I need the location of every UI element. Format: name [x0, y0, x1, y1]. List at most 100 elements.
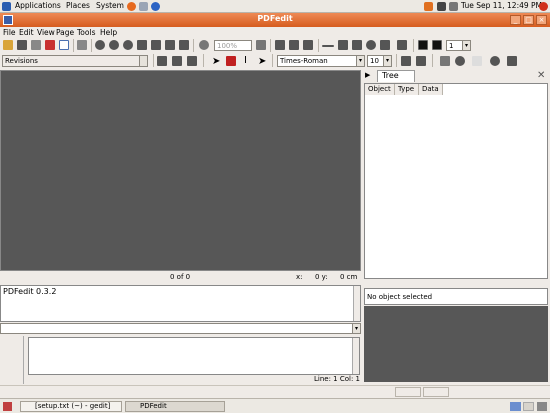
show-desktop-icon[interactable]: [3, 402, 12, 411]
workspace-2-icon[interactable]: [523, 402, 534, 411]
console-output[interactable]: PDFedit 0.3.2: [0, 285, 361, 322]
last-page-icon[interactable]: [137, 40, 147, 50]
delete-revision-icon[interactable]: [157, 56, 167, 66]
mail-icon[interactable]: [139, 2, 148, 11]
stroke-color-icon[interactable]: [418, 40, 428, 50]
script-editor[interactable]: [28, 337, 360, 375]
console-scrollbar[interactable]: [353, 286, 360, 321]
gnome-foot-icon[interactable]: [2, 2, 11, 11]
select-objects-icon[interactable]: [226, 56, 236, 66]
menu-file[interactable]: File: [3, 28, 16, 37]
menu-view[interactable]: View: [37, 28, 55, 37]
properties-panel[interactable]: [364, 306, 548, 382]
shutdown-icon[interactable]: [539, 2, 548, 11]
font-select[interactable]: Times-Roman ▾: [277, 55, 365, 67]
page-properties-icon[interactable]: [179, 40, 189, 50]
rewind-icon[interactable]: [440, 56, 450, 66]
firefox-icon[interactable]: [127, 2, 136, 11]
pointer-tool-icon[interactable]: ➤: [212, 56, 220, 67]
page-up-icon[interactable]: [303, 40, 313, 50]
pause-icon[interactable]: [472, 56, 482, 66]
help-icon[interactable]: [151, 2, 160, 11]
open-icon[interactable]: [3, 40, 13, 50]
text-cursor-icon[interactable]: I: [244, 55, 247, 66]
new-window-icon[interactable]: [59, 40, 69, 50]
menu-help[interactable]: Help: [100, 28, 117, 37]
menu-tools[interactable]: Tools: [77, 28, 95, 37]
volume-icon[interactable]: [449, 2, 458, 11]
arrow-tool-icon[interactable]: [338, 40, 348, 50]
bottom-panel: [setup.txt (~) - gedit] PDFedit: [0, 398, 550, 413]
text-operators-icon[interactable]: [187, 56, 197, 66]
rect-tool-icon[interactable]: [352, 40, 362, 50]
fill-tool-icon[interactable]: [397, 40, 407, 50]
fill-color-icon[interactable]: [432, 40, 442, 50]
add-text-icon[interactable]: [172, 56, 182, 66]
forward-icon[interactable]: [507, 56, 517, 66]
stop-icon[interactable]: [455, 56, 465, 66]
taskbar-item-gedit[interactable]: [setup.txt (~) - gedit]: [20, 401, 122, 412]
undo-icon[interactable]: [77, 40, 87, 50]
close-button[interactable]: ×: [536, 15, 547, 25]
select-area-icon[interactable]: ➤: [258, 56, 266, 67]
line-tool-icon[interactable]: [322, 45, 334, 47]
editor-line-col: Line: 1 Col: 1: [314, 375, 361, 383]
zoom-icon[interactable]: [199, 40, 209, 50]
rotate-right-icon[interactable]: [289, 40, 299, 50]
window-statusbar: [0, 385, 550, 397]
clock[interactable]: Tue Sep 11, 12:49 PM: [461, 1, 542, 10]
places-menu[interactable]: Places: [66, 1, 90, 10]
ellipse-tool-icon[interactable]: [366, 40, 376, 50]
rotate-left-icon[interactable]: [275, 40, 285, 50]
object-tree[interactable]: Object Type Data: [364, 83, 548, 279]
column-data[interactable]: Data: [419, 84, 443, 95]
pdf-canvas[interactable]: [0, 70, 361, 271]
trash-icon[interactable]: [537, 402, 547, 411]
maximize-button[interactable]: □: [523, 15, 534, 25]
minimize-button[interactable]: _: [510, 15, 521, 25]
applications-menu[interactable]: Applications: [15, 1, 61, 10]
first-page-icon[interactable]: [95, 40, 105, 50]
taskbar-item-label: PDFedit: [140, 402, 167, 410]
editor-scrollbar[interactable]: [352, 338, 359, 374]
properties-header: No object selected: [364, 288, 548, 305]
window-titlebar[interactable]: PDFedit _ □ ×: [0, 13, 550, 27]
save-icon[interactable]: [17, 40, 27, 50]
tab-tree-label: Tree: [382, 71, 399, 80]
revisions-select[interactable]: Revisions: [2, 55, 148, 67]
font-size-value: 10: [370, 57, 379, 65]
zoom-fit-icon[interactable]: [256, 40, 266, 50]
close-document-icon[interactable]: [45, 40, 55, 50]
update-notifier-icon[interactable]: [424, 2, 433, 11]
record-icon[interactable]: [490, 56, 500, 66]
taskbar-item-label: [setup.txt (~) - gedit]: [35, 402, 111, 410]
insert-page-icon[interactable]: [151, 40, 161, 50]
polygon-tool-icon[interactable]: [380, 40, 390, 50]
network-icon[interactable]: [437, 2, 446, 11]
x-label: x:: [296, 273, 303, 281]
taskbar-item-pdfedit[interactable]: PDFedit: [125, 401, 225, 412]
delete-page-icon[interactable]: [165, 40, 175, 50]
annotation-icon[interactable]: [401, 56, 411, 66]
menu-page[interactable]: Page: [56, 28, 74, 37]
comment-icon[interactable]: [416, 56, 426, 66]
status-cell: [423, 387, 449, 397]
line-width-value: 1: [449, 42, 454, 50]
column-type[interactable]: Type: [395, 84, 419, 95]
font-value: Times-Roman: [280, 57, 328, 65]
menu-edit[interactable]: Edit: [19, 28, 34, 37]
tab-tree[interactable]: Tree: [377, 70, 415, 82]
prev-page-icon[interactable]: [109, 40, 119, 50]
save-as-icon[interactable]: [31, 40, 41, 50]
line-width-select[interactable]: 1 ▾: [446, 40, 471, 51]
system-menu[interactable]: System: [96, 1, 124, 10]
column-object[interactable]: Object: [365, 84, 395, 95]
command-input[interactable]: ▾: [0, 323, 361, 334]
workspace-1-icon[interactable]: [510, 402, 521, 411]
next-page-icon[interactable]: [123, 40, 133, 50]
zoom-select[interactable]: 100%: [214, 40, 252, 51]
font-size-select[interactable]: 10 ▾: [367, 55, 392, 67]
top-panel: Applications Places System Tue Sep 11, 1…: [0, 0, 550, 13]
close-tab-icon[interactable]: ✕: [537, 70, 545, 81]
play-tab-icon[interactable]: ▶: [365, 71, 375, 81]
